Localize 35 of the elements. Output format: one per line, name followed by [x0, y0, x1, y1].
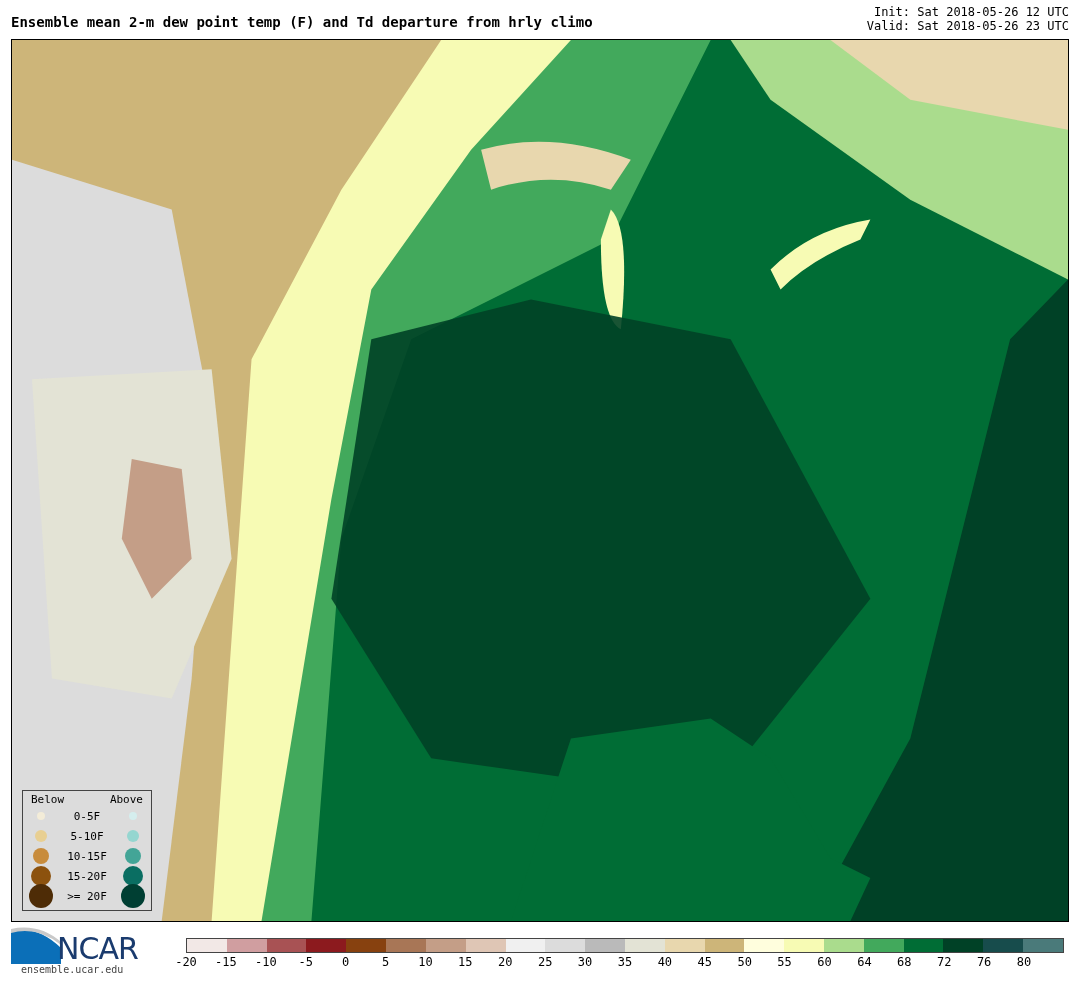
tick-label: -15	[215, 955, 237, 969]
legend-label: 5-10F	[69, 829, 105, 843]
legend-heading: Below	[31, 793, 65, 806]
legend-label: 0-5F	[72, 809, 102, 823]
tick-label: 15	[458, 955, 473, 969]
legend-label: 10-15F	[66, 849, 108, 863]
valid-time: Valid: Sat 2018-05-26 23 UTC	[866, 19, 1069, 33]
tick-label: 0	[342, 955, 350, 969]
tick-label: -5	[298, 955, 313, 969]
tick-label: 5	[381, 955, 390, 969]
site-url: ensemble.ucar.edu	[21, 964, 125, 975]
tick-label: 45	[697, 955, 712, 969]
tick-label: 80	[1016, 955, 1032, 969]
tick-label: 60	[817, 955, 832, 969]
legend-heading: Above	[109, 793, 143, 806]
tick-label: 72	[937, 955, 952, 969]
init-time: Init: Sat 2018-05-26 12 UTC	[873, 5, 1069, 19]
swoosh-icon	[11, 926, 61, 964]
chart-title: Ensemble mean 2-m dew point temp (F) and Td departure from hrly climo	[11, 14, 593, 32]
tick-label: 64	[857, 955, 872, 969]
tick-label: 35	[617, 955, 633, 969]
tick-label: 25	[537, 955, 553, 969]
legend-label: >= 20F	[66, 889, 108, 903]
tick-label: 76	[976, 955, 992, 969]
tick-label: -20	[175, 955, 197, 969]
legend-label: 15-20F	[66, 869, 108, 883]
tick-label: 68	[897, 955, 912, 969]
tick-label: 10	[418, 955, 433, 969]
logo-text: NCAR	[57, 934, 138, 964]
tick-label: -10	[254, 955, 277, 969]
tick-label: 20	[498, 955, 513, 969]
tick-label: 40	[657, 955, 673, 969]
tick-label: 55	[777, 955, 792, 969]
tick-label: 30	[577, 955, 593, 969]
tick-label: 50	[737, 955, 752, 969]
